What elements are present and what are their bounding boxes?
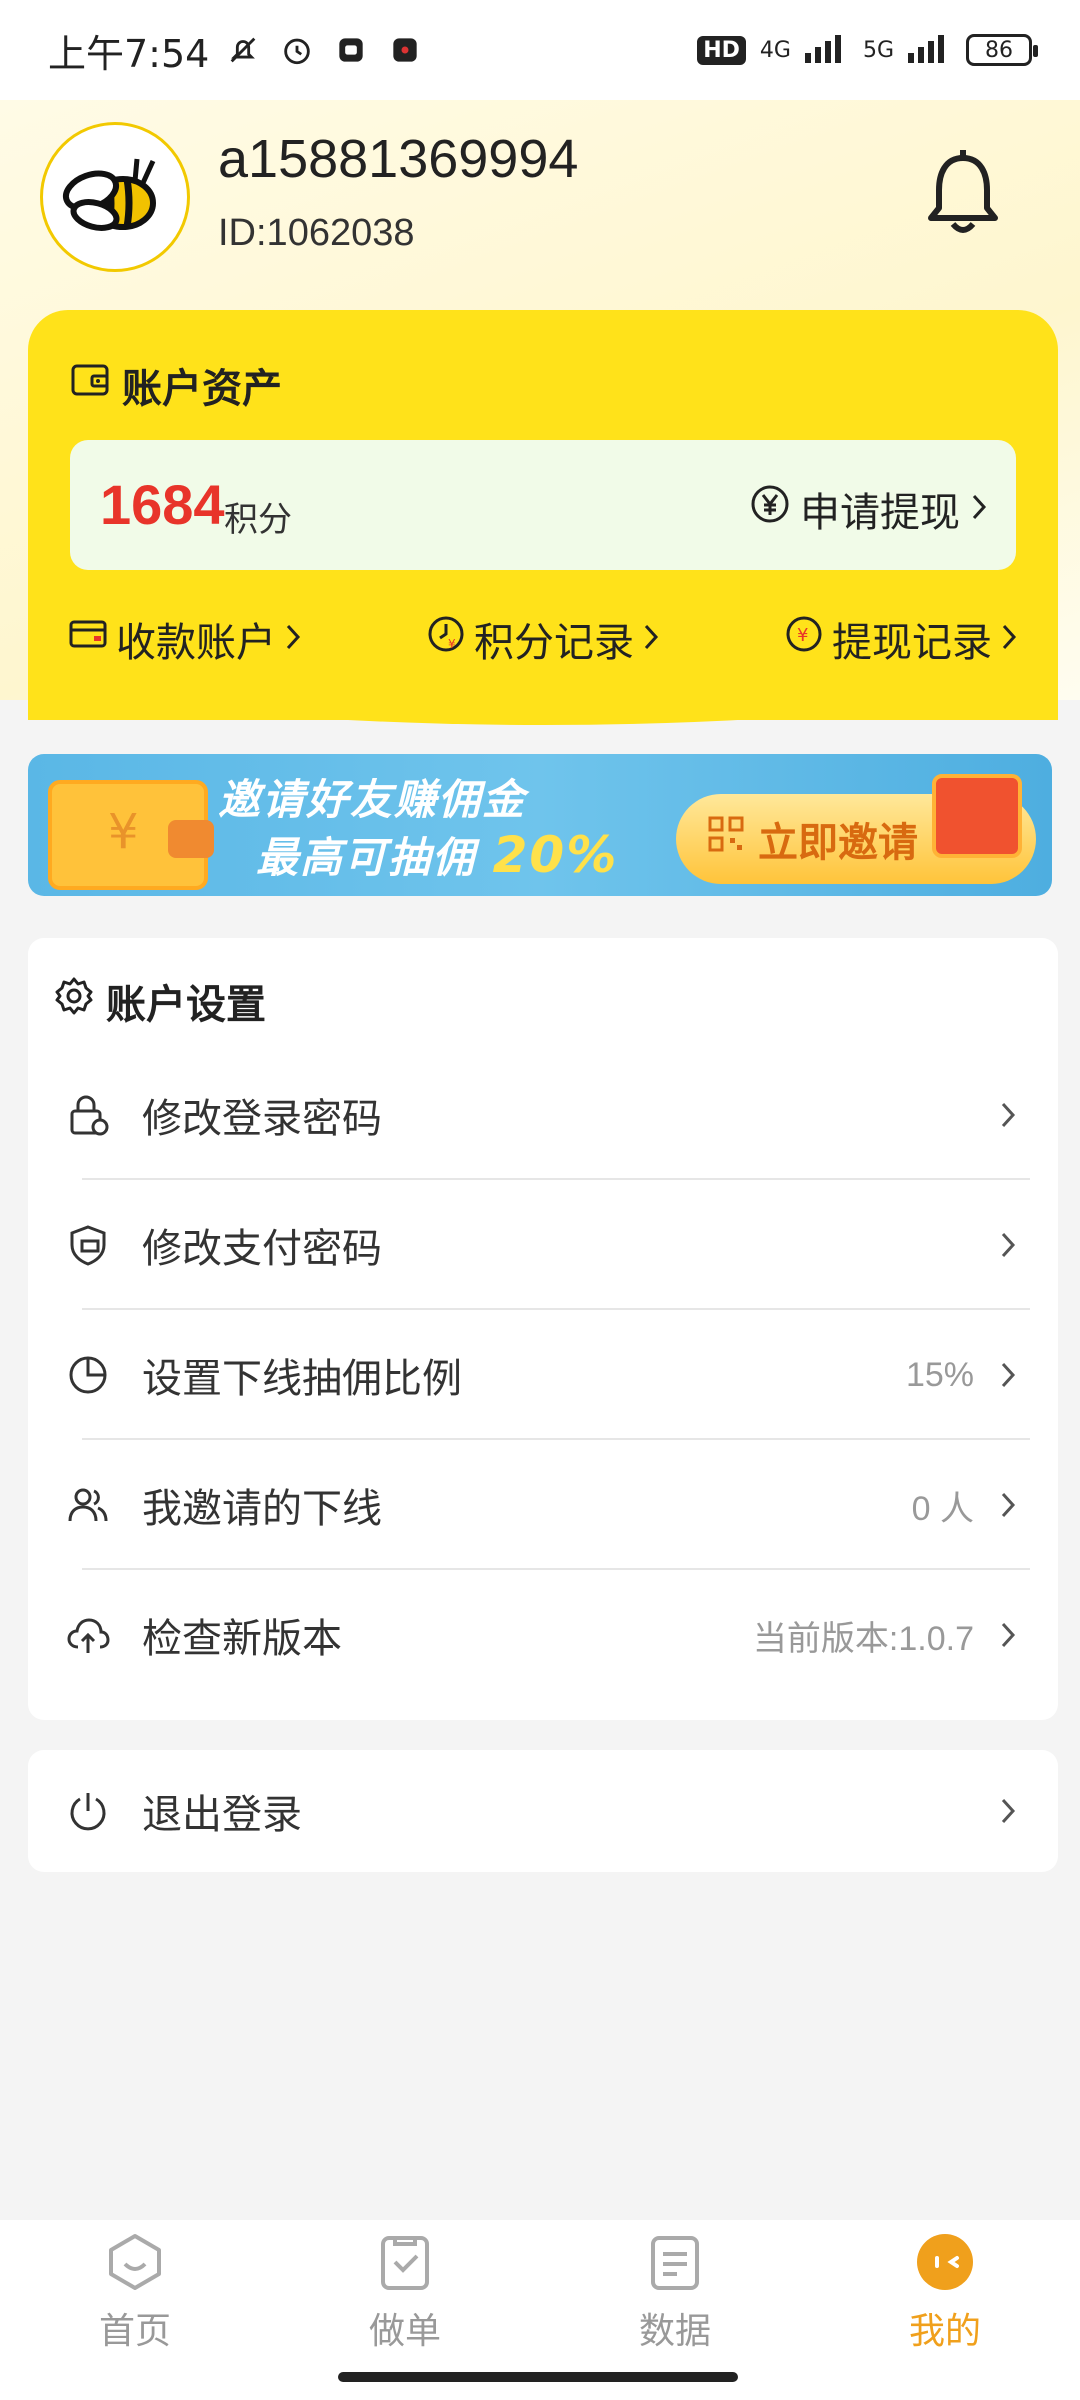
row-label: 修改登录密码 [142, 1096, 382, 1142]
row-label: 设置下线抽佣比例 [142, 1356, 462, 1402]
invite-now-label: 立即邀请 [758, 820, 918, 866]
net-4g-label: 4G [759, 37, 791, 63]
payee-account-label: 收款账户 [116, 620, 276, 666]
change-login-password-row[interactable]: 修改登录密码 [54, 1050, 1030, 1180]
banner-headline: 邀请好友赚佣金 [218, 775, 527, 824]
points-unit: 积分 [224, 500, 292, 540]
svg-text:¥: ¥ [448, 637, 456, 651]
row-label: 我邀请的下线 [142, 1486, 382, 1532]
net-5g-label: 5G [862, 37, 894, 63]
signal-icon-2 [908, 31, 952, 69]
banner-subline: 最高可抽佣 20% [256, 824, 618, 885]
status-right: HD 4G 5G 86 [697, 31, 1038, 69]
row-value: 15% [905, 1355, 974, 1394]
qr-code-icon [708, 816, 744, 862]
asset-card-wave [28, 690, 1058, 725]
pie-chart-icon [64, 1351, 112, 1399]
withdraw-label: 申请提现 [800, 490, 960, 536]
settings-title: 账户设置 [54, 972, 266, 1030]
user-id: ID:1062038 [218, 212, 415, 254]
chevron-right-icon [996, 1225, 1020, 1265]
alarm-icon [277, 30, 317, 70]
chevron-right-icon [996, 1095, 1020, 1135]
nav-mine[interactable]: 我的 [810, 2220, 1080, 2400]
banner-subline-prefix: 最高可抽佣 [256, 833, 477, 882]
yuan-circle-icon [750, 484, 790, 534]
settings-title-text: 账户设置 [106, 982, 266, 1028]
asset-links: 收款账户 ¥ 积分记录 ¥ 提现记录 [28, 610, 1058, 668]
logout-card: 退出登录 [28, 1750, 1058, 1872]
asset-title-text: 账户资产 [122, 366, 282, 412]
invite-banner[interactable]: ¥ 邀请好友赚佣金 最高可抽佣 20% 立即邀请 [28, 754, 1052, 896]
row-label: 检查新版本 [142, 1616, 342, 1662]
cloud-upload-icon [64, 1611, 112, 1659]
username: a15881369994 [218, 129, 579, 189]
nav-home-label: 首页 [98, 2311, 171, 2352]
power-icon [64, 1787, 112, 1835]
gift-box-icon [932, 774, 1022, 858]
account-settings-card: 账户设置 修改登录密码 修改支付密码 设置下线抽佣比例 15% 我邀请的下线 0… [28, 938, 1058, 1720]
chevron-right-icon [996, 1615, 1020, 1655]
home-indicator [338, 2372, 738, 2382]
row-label: 修改支付密码 [142, 1226, 382, 1272]
avatar[interactable] [40, 122, 190, 272]
change-payment-password-row[interactable]: 修改支付密码 [54, 1180, 1030, 1310]
users-icon [64, 1481, 112, 1529]
bee-logo-icon [62, 158, 156, 231]
wallet-illustration-icon: ¥ [48, 780, 214, 890]
check-version-row[interactable]: 检查新版本 当前版本:1.0.7 [54, 1570, 1030, 1700]
signal-icon [804, 31, 849, 69]
profile-face-icon [913, 2230, 977, 2294]
nav-orders-label: 做单 [368, 2311, 441, 2352]
shield-icon [64, 1221, 112, 1269]
document-list-icon [643, 2230, 707, 2294]
nav-data-label: 数据 [638, 2311, 711, 2352]
wallet-icon [70, 360, 110, 410]
points-value: 1684 [100, 473, 225, 536]
row-value: 当前版本:1.0.7 [752, 1619, 974, 1658]
row-value: 0 人 [911, 1489, 974, 1528]
chevron-right-icon [1000, 616, 1018, 662]
chevron-right-icon [970, 486, 988, 532]
gear-icon [54, 976, 94, 1026]
chevron-right-icon [642, 616, 660, 662]
asset-card: 账户资产 1684 积分 申请提现 收款账户 ¥ 积分记录 ¥ 提现记录 [28, 310, 1058, 720]
battery-indicator: 86 [966, 34, 1038, 66]
nav-mine-label: 我的 [908, 2311, 981, 2352]
status-time: 上午7:54 [48, 31, 210, 76]
logout-row[interactable]: 退出登录 [54, 1746, 1030, 1876]
asset-title: 账户资产 [70, 356, 282, 414]
withdraw-record-link[interactable]: ¥ 提现记录 [784, 610, 1018, 668]
payee-account-link[interactable]: 收款账户 [68, 610, 302, 668]
status-left: 上午7:54 [48, 23, 425, 78]
chevron-right-icon [996, 1791, 1020, 1831]
clipboard-check-icon [373, 2230, 437, 2294]
my-invitees-row[interactable]: 我邀请的下线 0 人 [54, 1440, 1030, 1570]
banner-percentage: 20% [492, 826, 619, 884]
app-notification-icon [331, 30, 371, 70]
points-box: 1684 积分 申请提现 [70, 440, 1016, 570]
lock-person-icon [64, 1091, 112, 1139]
logout-label: 退出登录 [142, 1792, 302, 1838]
chevron-right-icon [996, 1355, 1020, 1395]
chevron-right-icon [284, 616, 302, 662]
points-record-link[interactable]: ¥ 积分记录 [426, 610, 660, 668]
withdraw-record-label: 提现记录 [832, 620, 992, 666]
svg-text:¥: ¥ [797, 625, 808, 646]
home-face-icon [103, 2230, 167, 2294]
status-bar: 上午7:54 HD 4G 5G 86 [0, 0, 1080, 100]
points-record-label: 积分记录 [474, 620, 634, 666]
app-notification-icon-2 [385, 30, 425, 70]
mute-bell-icon [223, 30, 263, 70]
clock-yuan-icon: ¥ [426, 614, 466, 664]
nav-home[interactable]: 首页 [0, 2220, 270, 2400]
card-icon [68, 614, 108, 664]
withdraw-button[interactable]: 申请提现 [750, 480, 988, 538]
hd-badge: HD [697, 35, 746, 65]
commission-ratio-row[interactable]: 设置下线抽佣比例 15% [54, 1310, 1030, 1440]
coin-icon: ¥ [784, 614, 824, 664]
notification-bell-icon[interactable] [925, 148, 1001, 238]
chevron-right-icon [996, 1485, 1020, 1525]
